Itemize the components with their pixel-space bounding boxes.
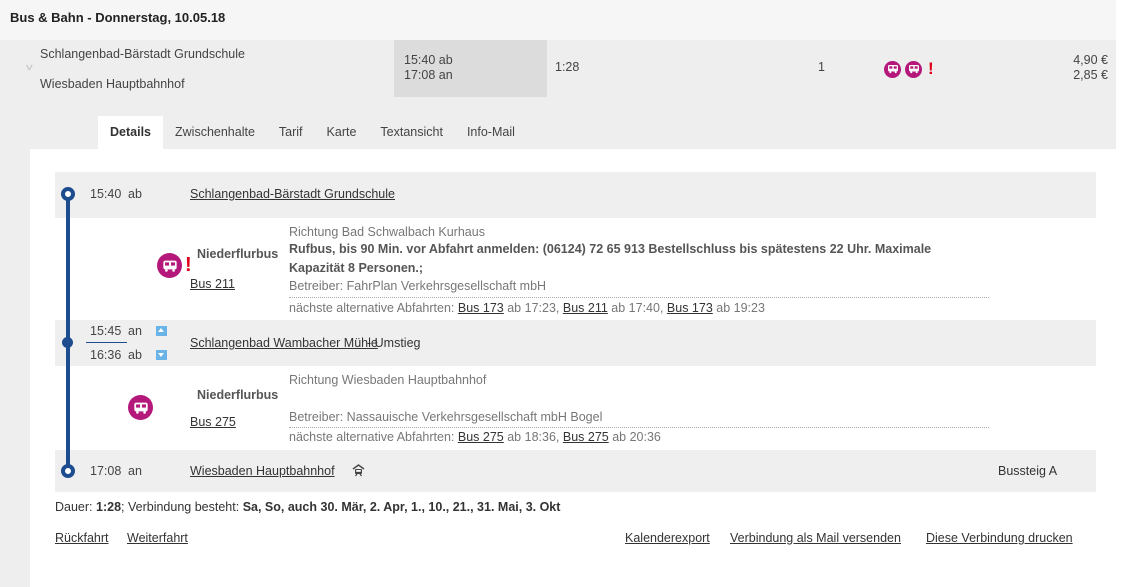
stop-2-name-link[interactable]: Schlangenbad Wambacher Mühle [190,336,378,350]
summary-duration: 1:28 [555,60,580,74]
stop-3-mode: an [128,464,142,478]
alt-time: ab 17:40, [611,301,664,315]
validity-value: Sa, So, auch 30. Mär, 2. Apr, 1., 10., 2… [242,500,561,514]
alt-time: ab 17:23, [507,301,560,315]
tab-zwischenhalte[interactable]: Zwischenhalte [163,116,267,149]
price-adult: 4,90 € [1073,53,1108,67]
connection-validity: Dauer: 1:28; Verbindung besteht: Sa, So,… [55,500,560,514]
connection-header: Bus & Bahn - Donnerstag, 10.05.18 [0,0,1116,40]
return-trip-link[interactable]: Rückfahrt [55,531,109,545]
divider [289,427,989,428]
connection-summary-row[interactable]: ∨ Schlangenbad-Bärstadt Grundschule Wies… [0,40,1116,97]
stop-2-arrival-time: 15:45 [90,324,122,338]
bus-on-demand-icon [884,60,901,78]
alt-time: ab 18:36, [507,430,560,444]
warning-icon: ! [928,59,934,78]
stop-3-name-link[interactable]: Wiesbaden Hauptbahnhof [190,464,335,478]
stop-3-time: 17:08 [90,464,122,478]
alternatives-label: nächste alternative Abfahrten: [289,430,455,444]
stop-1-time: 15:40 [90,187,122,201]
leg-2-vehicle-type: Niederflurbus [197,388,279,402]
stop-1-mode: ab [128,187,142,201]
leg-1-direction: Richtung Bad Schwalbach Kurhaus [289,225,485,239]
leg-1-vehicle-type: Niederflurbus [197,247,279,261]
duration-value: 1:28 [96,500,122,514]
alt-line-link[interactable]: Bus 211 [563,301,608,315]
chevron-down-icon[interactable] [156,350,167,360]
leg-1-alternatives: nächste alternative Abfahrten: Bus 173 a… [289,301,765,315]
divider [86,342,127,343]
timeline-start-dot [61,187,75,201]
bus-icon [128,395,153,420]
duration-label: Dauer: [55,500,93,514]
alt-line-link[interactable]: Bus 173 [667,301,713,315]
train-station-icon [352,464,365,480]
leg-2-operator: Betreiber: Nassauische Verkehrsgesellsch… [289,410,603,424]
summary-departure: 15:40 ab [404,53,453,67]
leg-2-line-link[interactable]: Bus 275 [190,415,236,429]
chevron-up-icon[interactable] [156,326,167,336]
tab-textansicht[interactable]: Textansicht [368,116,455,149]
alt-time: ab 20:36 [612,430,661,444]
alternatives-label: nächste alternative Abfahrten: [289,301,455,315]
tab-tarif[interactable]: Tarif [267,116,315,149]
summary-from: Schlangenbad-Bärstadt Grundschule [40,47,245,61]
stop-2-transfer-note: - Umstieg [367,336,421,350]
validity-label: ; Verbindung besteht: [121,500,240,514]
stop-3-platform: Bussteig A [998,464,1058,478]
summary-arrival: 17:08 an [404,68,453,82]
send-mail-link[interactable]: Verbindung als Mail versenden [730,531,901,545]
alt-line-link[interactable]: Bus 275 [458,430,504,444]
leg-2-alternatives: nächste alternative Abfahrten: Bus 275 a… [289,430,661,444]
tab-details[interactable]: Details [98,116,163,149]
print-link[interactable]: Diese Verbindung drucken [926,531,1073,545]
detail-tabs: Details Zwischenhalte Tarif Karte Textan… [98,116,527,149]
tab-karte[interactable]: Karte [315,116,369,149]
stop-1-name-link[interactable]: Schlangenbad-Bärstadt Grundschule [190,187,395,201]
tab-info-mail[interactable]: Info-Mail [455,116,527,149]
alt-line-link[interactable]: Bus 173 [458,301,504,315]
summary-product-icons: ! [884,59,934,79]
leg-1-notice-line-1: Rufbus, bis 90 Min. vor Abfahrt anmelden… [289,242,932,256]
bus-on-demand-icon [157,253,182,278]
leg-2-direction: Richtung Wiesbaden Hauptbahnhof [289,373,487,387]
alt-time: ab 19:23 [716,301,765,315]
alt-line-link[interactable]: Bus 275 [563,430,609,444]
leg-1-notice-line-2: Kapazität 8 Personen.; [289,261,424,275]
leg-1-line-link[interactable]: Bus 211 [190,277,235,291]
route-timeline [66,193,70,471]
calendar-export-link[interactable]: Kalenderexport [625,531,710,545]
stop-2-departure-time: 16:36 [90,348,122,362]
bus-on-demand-icon [905,60,922,78]
timeline-transfer-dot [62,337,73,348]
page-title: Bus & Bahn - Donnerstag, 10.05.18 [10,10,226,25]
summary-times: 15:40 ab 17:08 an [394,40,547,97]
chevron-down-icon[interactable]: ∨ [24,62,35,73]
timeline-end-dot [61,464,75,478]
warning-icon: ! [185,254,192,276]
divider [289,297,989,298]
summary-changes: 1 [818,60,825,74]
onward-trip-link[interactable]: Weiterfahrt [127,531,188,545]
price-child: 2,85 € [1073,68,1108,82]
stop-2-departure-mode: ab [128,348,142,362]
stop-2-arrival-mode: an [128,324,142,338]
summary-to: Wiesbaden Hauptbahnhof [40,77,185,91]
leg-1-operator: Betreiber: FahrPlan Verkehrsgesellschaft… [289,279,547,293]
